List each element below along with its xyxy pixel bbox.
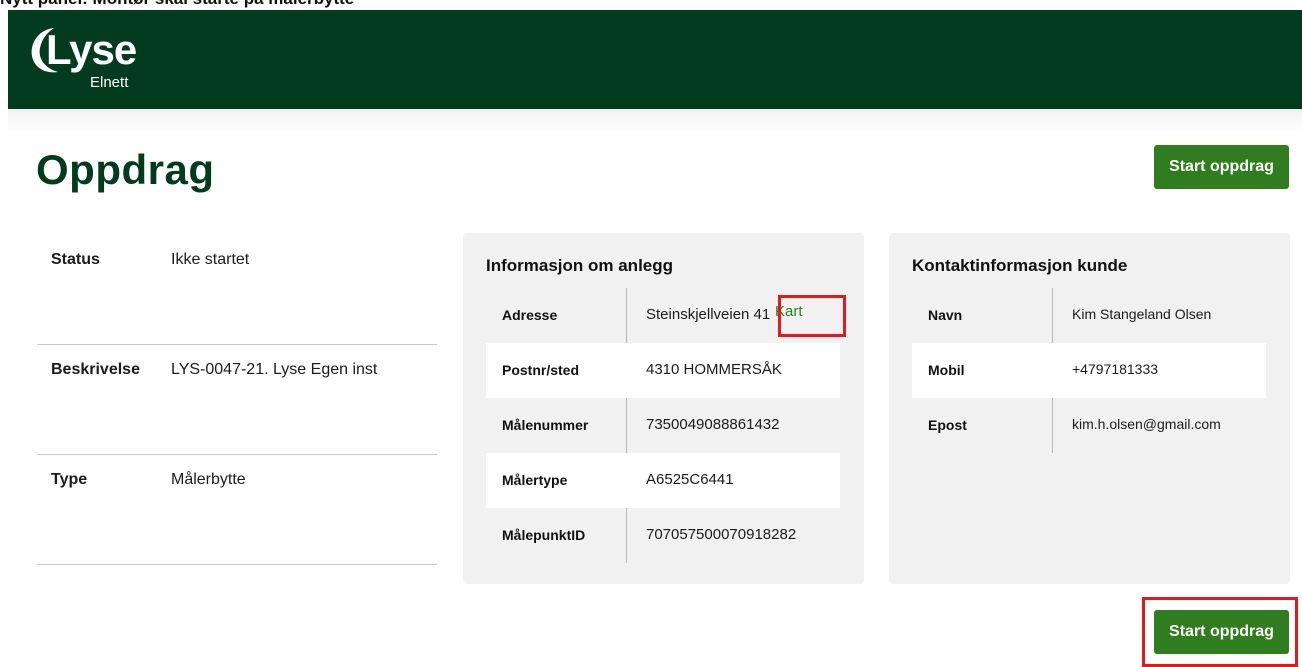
meta-value: Ikke startet — [171, 251, 250, 268]
row-value: +4797181333 — [1072, 361, 1159, 377]
table-row: Målenummer 7350049088861432 — [486, 398, 840, 453]
logo-wordmark: Lyse — [46, 26, 137, 73]
logo-subtitle: Elnett — [90, 74, 129, 91]
table-row: Postnr/sted 4310 HOMMERSÅK — [486, 343, 840, 398]
row-label: Adresse — [502, 307, 558, 323]
row-label: Mobil — [928, 362, 965, 378]
row-value: 7350049088861432 — [646, 416, 780, 433]
row-label: Målenummer — [502, 417, 589, 433]
card-title: Informasjon om anlegg — [486, 256, 674, 275]
start-oppdrag-button[interactable]: Start oppdrag — [1154, 145, 1289, 189]
oppdrag-meta-list: Status Ikke startet Beskrivelse LYS-0047… — [37, 235, 437, 565]
table-row: Målertype A6525C6441 — [486, 453, 840, 508]
meta-value: Målerbytte — [171, 471, 246, 488]
start-button-highlight-box — [1142, 597, 1298, 667]
kunde-rows: Navn Kim Stangeland Olsen Mobil +4797181… — [912, 288, 1266, 453]
header-shadow — [8, 109, 1302, 133]
table-row: MålepunktID 707057500070918282 — [486, 508, 840, 563]
row-label: MålepunktID — [502, 527, 586, 543]
row-value: Steinskjellveien 41 — [646, 306, 771, 323]
row-value: 4310 HOMMERSÅK — [646, 361, 782, 378]
table-row: Mobil +4797181333 — [912, 343, 1266, 398]
row-value[interactable]: kim.h.olsen@gmail.com — [1072, 416, 1221, 432]
row-value: 707057500070918282 — [646, 526, 797, 543]
row-label: Målertype — [502, 472, 568, 488]
row-label: Postnr/sted — [502, 362, 580, 378]
lyse-logo[interactable]: Lyse Elnett — [28, 24, 168, 104]
app-header: Lyse Elnett — [8, 10, 1302, 109]
kart-highlight-box — [778, 295, 846, 337]
meta-row-beskrivelse: Beskrivelse LYS-0047-21. Lyse Egen inst — [37, 345, 437, 455]
table-row: Epost kim.h.olsen@gmail.com — [912, 398, 1266, 453]
meta-label: Status — [51, 251, 100, 268]
meta-row-status: Status Ikke startet — [37, 235, 437, 345]
row-value: Kim Stangeland Olsen — [1072, 306, 1212, 322]
screenshot-caption: Nytt panel: Montør skal starte på målerb… — [0, 0, 1302, 9]
card-title: Kontaktinformasjon kunde — [912, 256, 1128, 275]
meta-label: Beskrivelse — [51, 361, 140, 378]
table-row: Navn Kim Stangeland Olsen — [912, 288, 1266, 343]
row-label: Epost — [928, 417, 967, 433]
row-value: A6525C6441 — [646, 471, 734, 488]
meta-row-type: Type Målerbytte — [37, 455, 437, 565]
anlegg-info-card: Informasjon om anlegg Adresse Steinskjel… — [463, 233, 864, 584]
row-label: Navn — [928, 307, 963, 323]
meta-value: LYS-0047-21. Lyse Egen inst — [171, 361, 378, 378]
kunde-contact-card: Kontaktinformasjon kunde Navn Kim Stange… — [889, 233, 1290, 584]
page-title: Oppdrag — [36, 146, 215, 193]
meta-label: Type — [51, 471, 88, 488]
